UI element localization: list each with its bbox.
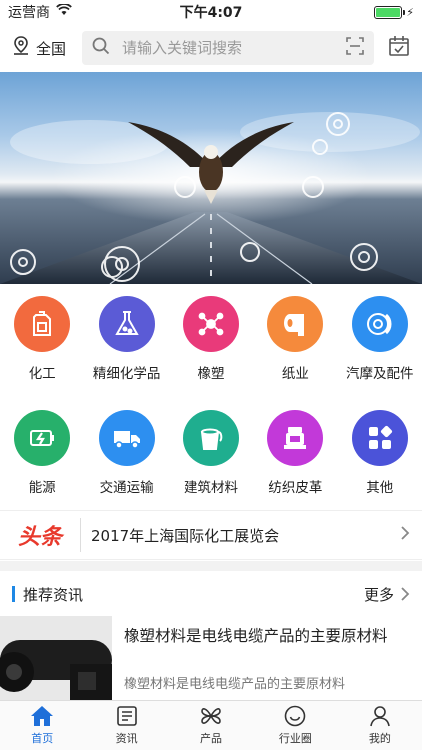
tab-label: 行业圈 <box>278 732 312 745</box>
category-building-materials[interactable]: 建筑材料 <box>169 410 253 510</box>
headline-bar[interactable]: 头条 2017年上海国际化工展览会 <box>0 510 422 560</box>
category-label: 其他 <box>366 480 394 496</box>
banner-image[interactable] <box>0 72 422 284</box>
category-label: 纺织皮革 <box>268 480 323 496</box>
status-bar: 运营商 下午4:07 ⚡ <box>0 0 422 24</box>
flask-icon <box>98 296 155 352</box>
wifi-icon <box>56 3 72 20</box>
location-pin-icon <box>12 36 30 60</box>
tab-industry-circle[interactable]: 行业圈 <box>253 701 337 750</box>
location-selector[interactable]: 全国 <box>12 36 82 60</box>
tab-label: 资讯 <box>115 732 138 745</box>
recommend-header: 推荐资讯 更多 <box>0 575 422 613</box>
category-label: 精细化学品 <box>92 366 161 382</box>
tab-home[interactable]: 首页 <box>0 701 84 750</box>
battery-icon <box>374 5 406 19</box>
category-label: 汽摩及配件 <box>346 366 414 382</box>
category-energy[interactable]: 能源 <box>0 410 84 510</box>
tab-label: 产品 <box>200 732 223 745</box>
tab-profile[interactable]: 我的 <box>338 701 422 750</box>
category-auto-parts[interactable]: 汽摩及配件 <box>338 296 422 396</box>
oil-jerrycan-icon <box>14 296 71 352</box>
news-icon <box>116 706 137 726</box>
molecule-icon <box>182 296 239 352</box>
tab-products[interactable]: 产品 <box>169 701 253 750</box>
user-icon <box>370 706 390 727</box>
category-paper[interactable]: 纸业 <box>253 296 337 396</box>
product-icon <box>201 708 221 724</box>
category-label: 交通运输 <box>99 480 154 496</box>
search-box[interactable] <box>82 31 374 65</box>
category-label: 建筑材料 <box>183 480 238 496</box>
category-other[interactable]: 其他 <box>338 410 422 510</box>
category-label: 纸业 <box>281 366 309 382</box>
sewing-machine-icon <box>267 410 324 466</box>
home-icon <box>31 706 54 726</box>
tab-label: 首页 <box>31 732 54 745</box>
smiley-icon <box>285 705 306 727</box>
category-fine-chemicals[interactable]: 精细化学品 <box>84 296 168 396</box>
tab-news[interactable]: 资讯 <box>84 701 168 750</box>
section-accent-bar <box>12 586 15 602</box>
search-icon <box>92 37 110 59</box>
category-label: 化工 <box>28 366 56 382</box>
chevron-right-icon <box>401 587 410 601</box>
section-divider <box>0 561 422 571</box>
category-chemical[interactable]: 化工 <box>0 296 84 396</box>
recommend-title: 推荐资讯 <box>23 585 84 604</box>
battery-charge-icon <box>14 410 71 466</box>
article-item[interactable]: 橡塑材料是电线电缆产品的主要原材料 橡塑材料是电线电缆产品的主要原材料 <box>0 616 422 700</box>
more-label: 更多 <box>363 585 394 604</box>
search-input[interactable] <box>122 39 334 57</box>
more-link[interactable]: 更多 <box>364 584 410 605</box>
article-title: 橡塑材料是电线电缆产品的主要原材料 <box>124 627 388 645</box>
category-grid: 化工 精细化学品 橡塑 纸业 汽摩及配件 能源 交通运输 建筑材料 纺织皮革 其… <box>0 296 422 510</box>
category-label: 橡塑 <box>197 366 225 382</box>
category-label: 能源 <box>28 480 56 496</box>
article-thumbnail <box>0 616 112 700</box>
carrier-label: 运营商 <box>8 5 50 21</box>
category-rubber-plastic[interactable]: 橡塑 <box>169 296 253 396</box>
headline-text[interactable]: 2017年上海国际化工展览会 <box>81 525 388 546</box>
charging-icon: ⚡ <box>406 5 414 19</box>
bottom-tab-bar: 首页 资讯 产品 行业圈 我的 <box>0 700 422 750</box>
headline-logo: 头条 <box>17 524 62 550</box>
location-label: 全国 <box>36 39 67 58</box>
grid-icon <box>351 410 408 466</box>
category-textile-leather[interactable]: 纺织皮革 <box>253 410 337 510</box>
search-header: 全国 <box>0 28 422 68</box>
tab-label: 我的 <box>368 732 391 745</box>
category-transport[interactable]: 交通运输 <box>84 410 168 510</box>
calendar-icon[interactable] <box>388 35 410 61</box>
chevron-right-icon[interactable] <box>388 525 422 546</box>
paper-roll-icon <box>267 296 324 352</box>
article-summary: 橡塑材料是电线电缆产品的主要原材料 <box>124 677 346 692</box>
brake-disc-icon <box>351 296 408 352</box>
scan-icon[interactable] <box>346 37 364 59</box>
paint-bucket-icon <box>182 410 239 466</box>
truck-icon <box>98 410 155 466</box>
